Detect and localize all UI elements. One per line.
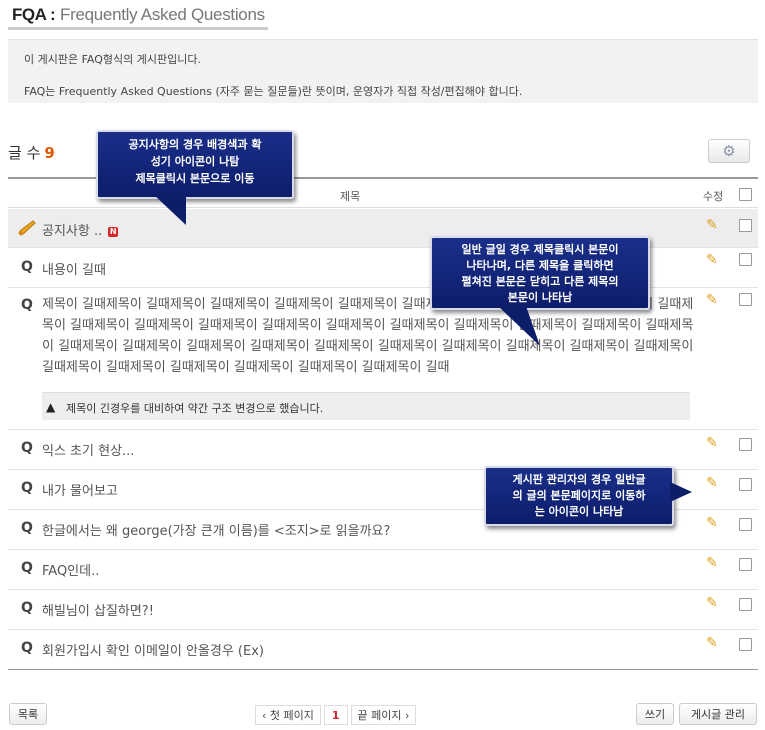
answer-body: ▲ 제목이 긴경우를 대비하여 약간 구조 변경으로 했습니다. bbox=[42, 392, 690, 420]
new-badge: N bbox=[108, 226, 119, 237]
row-checkbox[interactable] bbox=[739, 438, 752, 451]
pencil-icon[interactable]: ✎ bbox=[706, 292, 718, 308]
callout-general: 일반 글일 경우 제목클릭시 본문이 나타나며, 다른 제목을 클릭하면 펼쳐진… bbox=[430, 236, 650, 346]
callout-line: 나타나며, 다른 제목을 클릭하면 bbox=[466, 259, 614, 272]
pencil-icon[interactable]: ✎ bbox=[706, 435, 718, 451]
question-icon: Q bbox=[21, 480, 33, 496]
faq-title[interactable]: 회원가입시 확인 이메일이 안올경우 (Ex) bbox=[42, 640, 264, 659]
faq-title[interactable]: 한글에서는 왜 george(가장 큰개 이름)를 <조지>로 읽을까요? bbox=[42, 520, 390, 539]
faq-row[interactable]: Q 해빌님이 삽질하면?! ✎ bbox=[8, 590, 758, 630]
callout-line: 성기 아이콘이 나탐 bbox=[150, 155, 240, 168]
pencil-icon[interactable]: ✎ bbox=[706, 595, 718, 611]
row-checkbox[interactable] bbox=[739, 219, 752, 232]
post-count-label: 글 수 bbox=[8, 144, 41, 162]
page-header: FQA : Frequently Asked Questions bbox=[8, 0, 268, 30]
faq-row[interactable]: Q 회원가입시 확인 이메일이 안올경우 (Ex) ✎ bbox=[8, 630, 758, 669]
pencil-icon[interactable]: ✎ bbox=[706, 252, 718, 268]
row-checkbox[interactable] bbox=[739, 253, 752, 266]
question-icon: Q bbox=[21, 297, 33, 313]
row-checkbox[interactable] bbox=[739, 558, 752, 571]
settings-button[interactable]: ⚙ bbox=[708, 139, 750, 163]
row-checkbox[interactable] bbox=[739, 598, 752, 611]
answer-text: 제목이 긴경우를 대비하여 약간 구조 변경으로 했습니다. bbox=[66, 402, 324, 415]
question-icon: Q bbox=[21, 560, 33, 576]
post-count: 글 수9 bbox=[8, 142, 55, 163]
last-page-link[interactable]: 끝 페이지 › bbox=[350, 705, 417, 725]
callout-line: 게시판 관리자의 경우 일반글 bbox=[512, 473, 646, 486]
pencil-icon[interactable]: ✎ bbox=[706, 555, 718, 571]
callout-tail bbox=[670, 482, 692, 502]
row-checkbox[interactable] bbox=[739, 293, 752, 306]
pencil-icon[interactable]: ✎ bbox=[706, 217, 718, 233]
pencil-icon[interactable]: ✎ bbox=[706, 515, 718, 531]
callout-line: 일반 글일 경우 제목클릭시 본문이 bbox=[461, 243, 619, 256]
pencil-icon[interactable]: ✎ bbox=[706, 475, 718, 491]
column-edit: 수정 bbox=[703, 190, 724, 203]
row-checkbox[interactable] bbox=[739, 518, 752, 531]
faq-title[interactable]: FAQ인데.. bbox=[42, 560, 99, 579]
faq-title[interactable]: 내용이 길때 bbox=[42, 259, 106, 278]
answer-icon: ▲ bbox=[46, 400, 56, 414]
callout-line: 공지사항의 경우 배경색과 확 bbox=[128, 138, 262, 151]
row-checkbox[interactable] bbox=[739, 478, 752, 491]
faq-row[interactable]: Q FAQ인데.. ✎ bbox=[8, 550, 758, 590]
select-all-checkbox[interactable] bbox=[739, 188, 752, 201]
pencil-icon[interactable]: ✎ bbox=[706, 635, 718, 651]
faq-title[interactable]: 내가 물어보고 bbox=[42, 480, 118, 499]
callout-line: 펼쳐진 본문은 닫히고 다른 제목의 bbox=[461, 275, 619, 288]
question-icon: Q bbox=[21, 440, 33, 456]
callout-line: 제목클릭시 본문으로 이동 bbox=[135, 172, 255, 185]
row-checkbox[interactable] bbox=[739, 638, 752, 651]
callout-line: 는 아이콘이 나타남 bbox=[534, 505, 624, 518]
callout-notice: 공지사항의 경우 배경색과 확 성기 아이콘이 나탐 제목클릭시 본문으로 이동 bbox=[96, 130, 294, 225]
question-icon: Q bbox=[21, 600, 33, 616]
pagination: ‹ 첫 페이지 1 끝 페이지 › bbox=[255, 705, 417, 725]
gear-icon: ⚙ bbox=[722, 141, 736, 160]
notice-title[interactable]: 공지사항 .. N bbox=[42, 220, 119, 239]
column-title: 제목 bbox=[340, 190, 361, 203]
post-count-value: 9 bbox=[44, 144, 55, 162]
question-icon: Q bbox=[21, 640, 33, 656]
question-icon: Q bbox=[21, 259, 33, 275]
callout-line: 의 글의 본문페이지로 이동하 bbox=[512, 489, 646, 502]
faq-title[interactable]: 해빌님이 삽질하면?! bbox=[42, 600, 154, 619]
faq-row[interactable]: Q 익스 초기 현상... ✎ bbox=[8, 430, 758, 470]
write-button[interactable]: 쓰기 bbox=[636, 703, 674, 725]
first-page-link[interactable]: ‹ 첫 페이지 bbox=[255, 705, 321, 725]
callout-line: 본문이 나타남 bbox=[507, 291, 573, 304]
megaphone-icon bbox=[18, 220, 36, 236]
list-button[interactable]: 목록 bbox=[9, 703, 47, 725]
question-icon: Q bbox=[21, 520, 33, 536]
manage-posts-button[interactable]: 게시글 관리 bbox=[679, 703, 757, 725]
header-title: Frequently Asked Questions bbox=[60, 5, 265, 24]
current-page[interactable]: 1 bbox=[323, 705, 348, 725]
faq-title[interactable]: 익스 초기 현상... bbox=[42, 440, 134, 459]
info-box: 이 게시판은 FAQ형식의 게시판입니다. FAQ는 Frequently As… bbox=[8, 39, 758, 103]
callout-admin: 게시판 관리자의 경우 일반글 의 글의 본문페이지로 이동하 는 아이콘이 나… bbox=[484, 466, 692, 526]
info-line-2: FAQ는 Frequently Asked Questions (자주 묻는 질… bbox=[24, 85, 523, 98]
header-abbr: FQA : bbox=[12, 5, 56, 24]
table-bottom-border bbox=[8, 669, 758, 670]
info-line-1: 이 게시판은 FAQ형식의 게시판입니다. bbox=[24, 53, 201, 66]
